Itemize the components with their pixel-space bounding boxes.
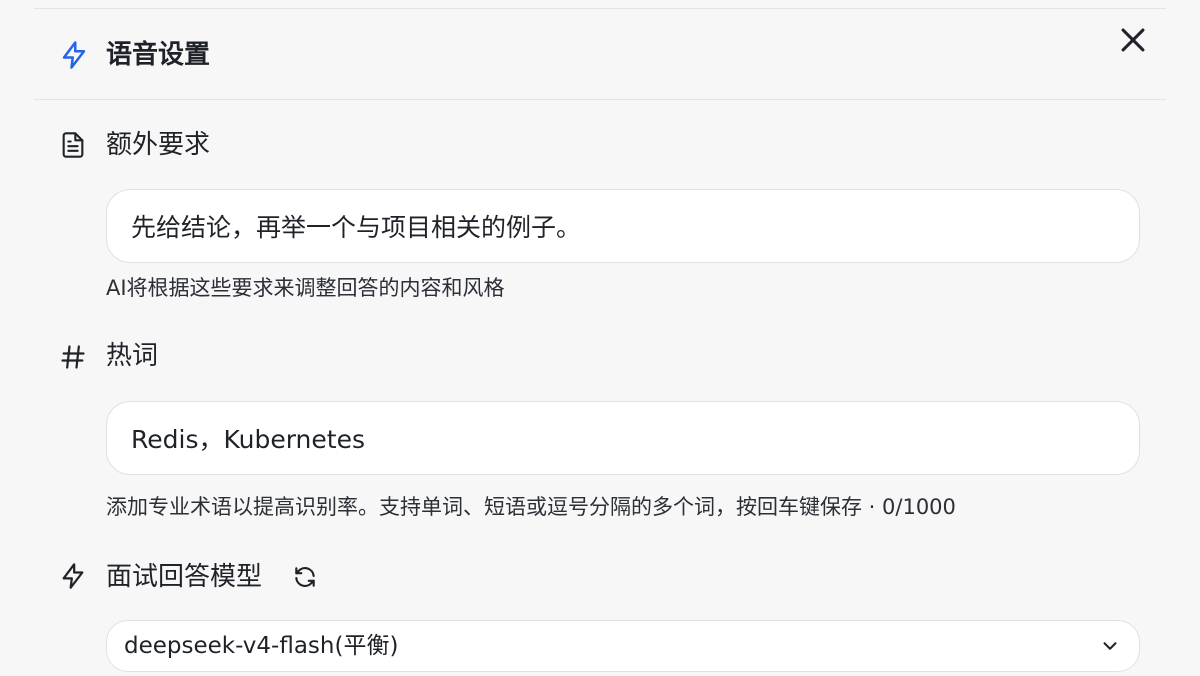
voice-settings-panel: 语音设置 额外要求 AI将根据这些要求来调整回答的内容和风格 热词 添加专业术语… [34,0,1166,676]
model-label: 面试回答模型 [106,562,263,592]
hotwords-label: 热词 [106,341,159,371]
model-select[interactable]: deepseek-v4-flash(平衡) [106,620,1140,672]
lightning-icon [62,563,84,589]
hotwords-field[interactable] [106,401,1140,475]
lightning-icon [62,41,86,69]
extra-requirements-hint: AI将根据这些要求来调整回答的内容和风格 [106,276,505,300]
hotwords-hint: 添加专业术语以提高识别率。支持单词、短语或逗号分隔的多个词，按回车键保存 · 0… [106,495,956,519]
document-icon [62,132,84,158]
close-icon[interactable] [1116,23,1150,57]
hotwords-input[interactable] [131,402,1115,474]
hash-icon [61,345,85,369]
model-selected-value: deepseek-v4-flash(平衡) [124,633,399,659]
extra-requirements-input[interactable] [131,190,1115,262]
chevron-down-icon [1103,642,1117,650]
dialog-title: 语音设置 [106,40,211,70]
dialog-header: 语音设置 [34,9,1166,100]
extra-requirements-label: 额外要求 [106,130,211,160]
extra-requirements-field[interactable] [106,189,1140,263]
refresh-icon[interactable] [292,564,318,590]
